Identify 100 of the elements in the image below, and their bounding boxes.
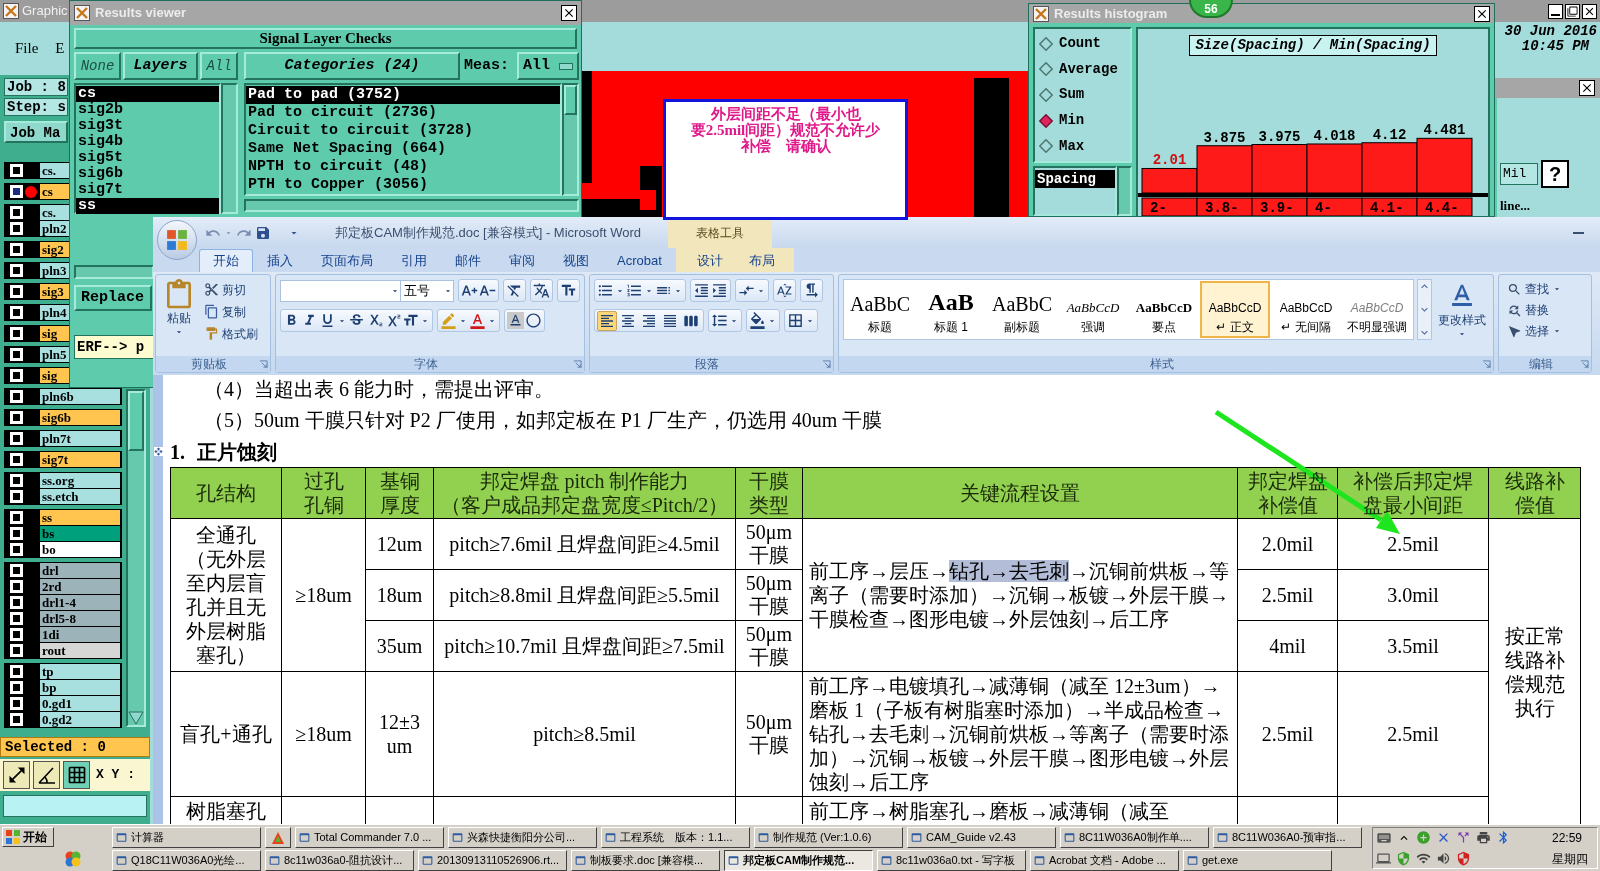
list-item[interactable]: Spacing (1035, 170, 1115, 188)
minimize-icon[interactable] (1573, 231, 1584, 234)
restore-button[interactable] (1565, 3, 1580, 19)
layer-name[interactable]: sig7t (40, 452, 120, 467)
layer-checkbox[interactable] (10, 369, 23, 382)
layers-button[interactable]: Layers (123, 52, 198, 80)
layer-checkbox[interactable] (10, 681, 23, 694)
list-item[interactable]: Pad to pad (3752) (246, 86, 560, 104)
layer-name[interactable]: sig (40, 368, 69, 383)
layer-checkbox[interactable] (10, 285, 23, 298)
layer-checkbox[interactable] (10, 628, 23, 641)
job-matrix-button[interactable]: Job Ma (4, 121, 68, 143)
task-button[interactable]: 8C11W036A0制作单.... (1060, 827, 1209, 848)
scrollbar[interactable] (126, 389, 146, 727)
replace-button[interactable]: 替换 (1507, 300, 1587, 320)
radio-label[interactable]: Sum (1059, 84, 1085, 106)
scrollbar[interactable] (1117, 166, 1132, 216)
select-button[interactable]: 选择 (1507, 321, 1587, 341)
layer-name[interactable]: cs. (40, 205, 69, 220)
layer-checkbox[interactable] (10, 713, 23, 726)
paint-bucket-icon[interactable] (749, 312, 766, 329)
layer-checkbox[interactable] (10, 612, 23, 625)
task-button[interactable]: get.exe (1183, 850, 1332, 871)
shield-icon[interactable] (1456, 851, 1471, 866)
layer-checkbox[interactable] (10, 596, 23, 609)
scrollbar[interactable] (221, 83, 238, 214)
align-left-icon[interactable] (597, 310, 617, 331)
layer-checkbox[interactable] (10, 432, 23, 445)
ribbon-tab[interactable]: 设计 (683, 249, 736, 272)
task-button[interactable]: CAM_Guide v2.43 (907, 827, 1056, 848)
replace-button[interactable]: Replace (74, 285, 152, 311)
start-button[interactable]: 开始 (2, 827, 54, 848)
layer-checkbox[interactable] (10, 411, 23, 424)
radio-label[interactable]: Count (1059, 33, 1101, 55)
font-size-field[interactable]: 五号 (401, 279, 454, 302)
dialog-launcher-icon[interactable] (1580, 359, 1589, 369)
task-button[interactable]: 8C11W036A0-预审指... (1213, 827, 1362, 848)
task-button[interactable]: 工程系统 版本：1.1... (601, 827, 750, 848)
layer-name[interactable]: 1di (40, 627, 120, 642)
close-button[interactable] (1582, 3, 1597, 19)
command-field[interactable]: ERF--> p (74, 335, 154, 359)
ribbon-tab[interactable]: 插入 (253, 249, 307, 272)
layer-checkbox[interactable] (10, 243, 23, 256)
categories-button[interactable]: Categories (24) (244, 52, 460, 80)
signal-icon[interactable] (1416, 851, 1431, 866)
ribbon-tab[interactable]: 开始 (199, 249, 253, 272)
layer-name[interactable]: pln5 (40, 347, 69, 362)
close-button[interactable] (561, 5, 577, 21)
layer-name[interactable]: ss.etch (40, 489, 120, 504)
scroll-down-arrow-icon[interactable] (128, 711, 144, 725)
list-item[interactable]: sig6b (76, 166, 219, 182)
layer-checkbox[interactable] (10, 527, 23, 540)
speaker-icon[interactable] (1436, 851, 1451, 866)
list-item[interactable]: Same Net Spacing (664) (246, 140, 560, 158)
layer-name[interactable]: bo (40, 542, 120, 557)
borders-icon[interactable] (787, 312, 804, 329)
layer-checkbox[interactable] (10, 206, 23, 219)
layer-name[interactable]: pln7t (40, 431, 120, 446)
radio-label[interactable]: Max (1059, 135, 1085, 157)
layer-name[interactable]: 0.gd1 (40, 696, 120, 711)
style-tile[interactable]: AaBbCcD ↵ 正文 (1200, 281, 1270, 338)
layer-checkbox[interactable] (10, 222, 23, 235)
layer-checkbox[interactable] (10, 511, 23, 524)
task-button[interactable] (265, 827, 291, 848)
units-field[interactable]: Mil (1500, 163, 1538, 185)
copy-button[interactable]: 复制 (204, 301, 258, 322)
list-item[interactable]: Pad to circuit (2736) (246, 104, 560, 122)
tool-button[interactable] (3, 761, 30, 789)
layer-checkbox[interactable] (10, 474, 23, 487)
layer-checkbox[interactable] (10, 264, 23, 277)
layer-name[interactable]: ss.org (40, 473, 120, 488)
all-button[interactable]: All (200, 52, 238, 80)
close-button[interactable] (1579, 80, 1595, 96)
scrollbar[interactable] (74, 265, 154, 279)
radio-button[interactable] (1039, 139, 1053, 154)
decrease-indent-icon[interactable] (693, 282, 710, 299)
layer-name[interactable]: drl (40, 563, 120, 578)
meas-dropdown[interactable]: All (517, 52, 579, 80)
minimize-button[interactable] (1548, 3, 1563, 19)
list-item[interactable]: ss (76, 198, 219, 214)
task-button[interactable]: 计算器 (112, 827, 261, 848)
dialog-launcher-icon[interactable] (1482, 359, 1491, 369)
layer-name[interactable]: pln4 (40, 305, 69, 320)
close-button[interactable] (1474, 5, 1490, 22)
task-button[interactable]: Q18C11W036A0光绘... (112, 850, 261, 871)
font-name-field[interactable] (280, 279, 401, 302)
radio-button[interactable] (1039, 36, 1053, 51)
layer-checkbox[interactable] (10, 644, 23, 657)
layer-name[interactable]: sig3 (40, 284, 69, 299)
paste-button[interactable]: 粘贴 (160, 279, 198, 344)
cut-button[interactable]: 剪切 (204, 279, 258, 300)
radio-button[interactable] (1039, 62, 1053, 77)
layer-name[interactable]: rout (40, 643, 120, 658)
ribbon-tab[interactable]: 页面布局 (307, 249, 387, 272)
layer-checkbox[interactable] (10, 164, 23, 177)
layer-checkbox[interactable] (10, 490, 23, 503)
dialog-launcher-icon[interactable] (822, 359, 831, 369)
format-painter-button[interactable]: 格式刷 (204, 323, 258, 344)
task-button[interactable]: Total Commander 7.0 ... (295, 827, 444, 848)
radio-label[interactable]: Min (1059, 110, 1085, 132)
